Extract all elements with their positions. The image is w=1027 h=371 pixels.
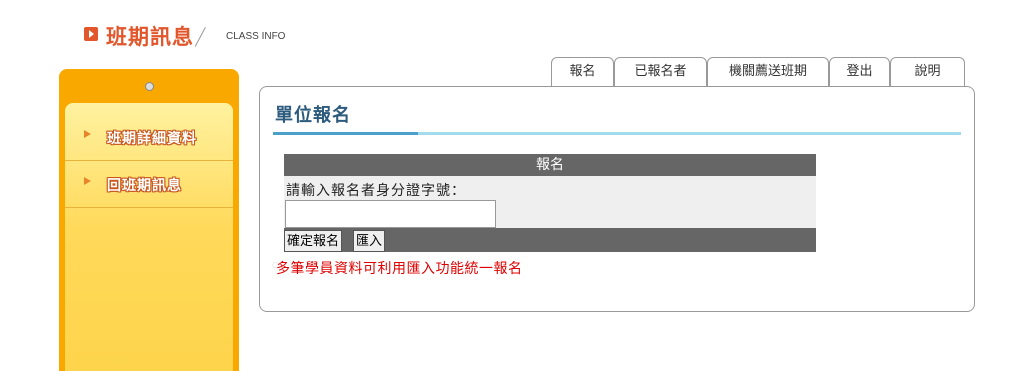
confirm-register-button[interactable]: 確定報名	[284, 230, 343, 252]
page-subtitle: CLASS INFO	[226, 31, 286, 42]
sidebar-menu: 班期詳細資料 回班期訊息	[65, 103, 233, 371]
import-button[interactable]: 匯入	[353, 230, 386, 252]
arrow-right-icon	[84, 130, 91, 138]
title-underline-light	[418, 132, 961, 135]
id-prompt-label: 請輸入報名者身分證字號：	[286, 183, 466, 199]
tab-help[interactable]: 說明	[890, 57, 965, 87]
sidebar: 班期詳細資料 回班期訊息	[59, 69, 239, 371]
sidebar-item-class-details[interactable]: 班期詳細資料	[65, 115, 233, 161]
tab-registered[interactable]: 已報名者	[614, 57, 707, 87]
form-header: 報名	[284, 154, 816, 176]
tab-register[interactable]: 報名	[551, 57, 614, 87]
title-divider	[194, 27, 206, 47]
tab-agency-classes[interactable]: 機關薦送班期	[707, 57, 829, 87]
sidebar-item-label: 班期詳細資料	[107, 131, 197, 147]
pin-icon	[145, 82, 154, 91]
import-hint-note: 多筆學員資料可利用匯入功能統一報名	[276, 261, 523, 277]
page-title: 班期訊息	[106, 25, 194, 49]
arrow-square-icon	[84, 27, 98, 41]
sidebar-item-label: 回班期訊息	[107, 178, 182, 194]
title-underline	[273, 132, 418, 135]
tab-logout[interactable]: 登出	[829, 57, 890, 87]
page: 班期訊息 CLASS INFO 班期詳細資料 回班期訊息 報名 已報名者 機關薦…	[0, 0, 1027, 371]
sidebar-item-back-to-class-info[interactable]: 回班期訊息	[65, 162, 233, 208]
arrow-right-icon	[84, 177, 91, 185]
form-body: 請輸入報名者身分證字號：	[284, 176, 816, 228]
registration-form: 報名 請輸入報名者身分證字號： 確定報名 匯入	[284, 154, 816, 252]
form-footer: 確定報名 匯入	[284, 228, 816, 252]
id-number-input[interactable]	[285, 200, 496, 228]
main-panel: 單位報名 報名 請輸入報名者身分證字號： 確定報名 匯入 ○ 多筆學員資料可利用…	[259, 86, 975, 312]
panel-title: 單位報名	[275, 105, 351, 126]
